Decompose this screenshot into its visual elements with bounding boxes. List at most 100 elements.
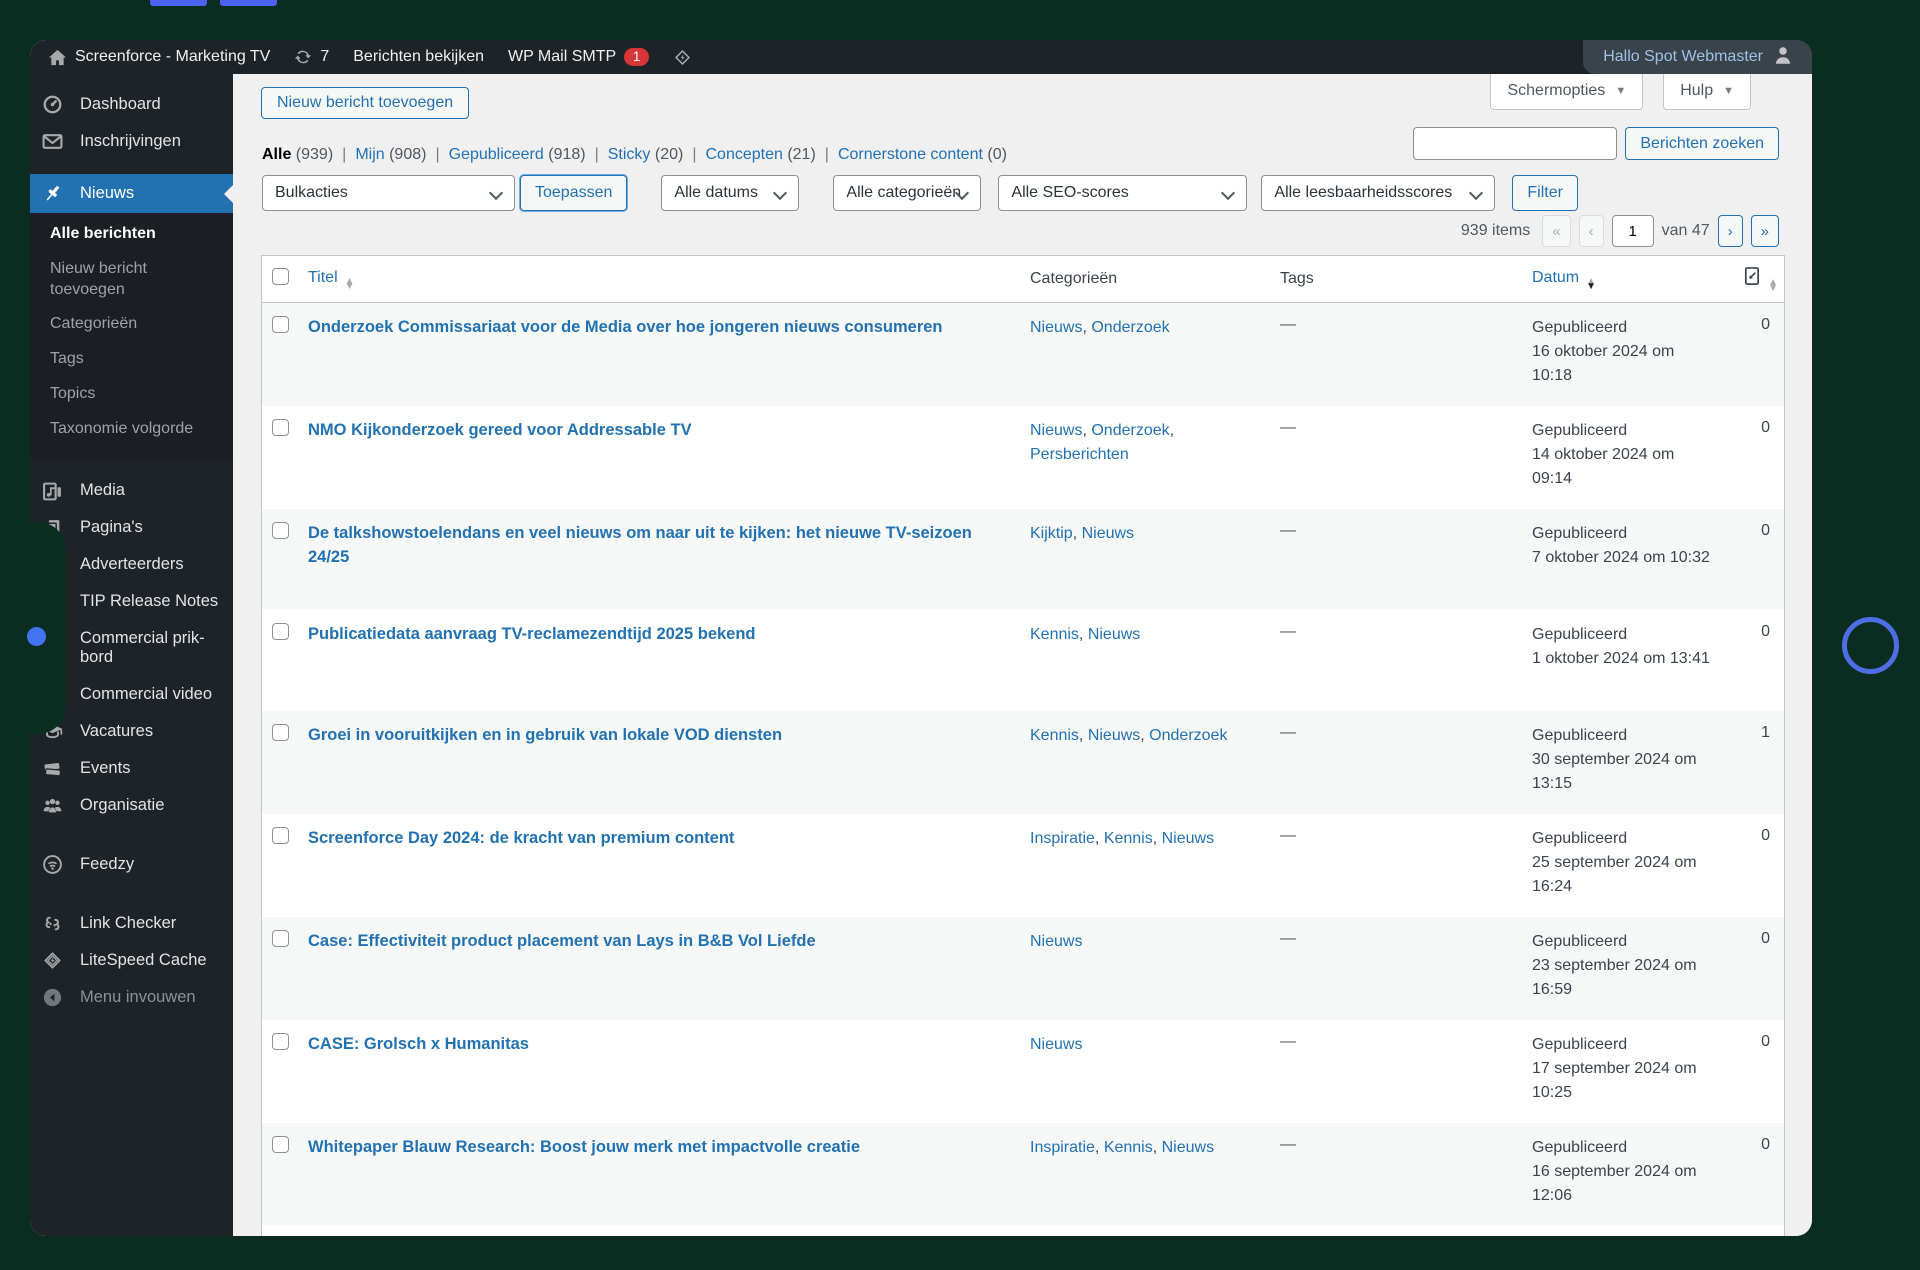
- category-link[interactable]: Kennis: [1104, 830, 1153, 847]
- row-checkbox[interactable]: [272, 1033, 289, 1050]
- sidebar-item-litespeed-cache[interactable]: LiteSpeed Cache: [30, 942, 233, 979]
- view-posts-link[interactable]: Berichten bekijken: [353, 48, 484, 66]
- category-link[interactable]: Kennis: [1030, 626, 1079, 643]
- category-link[interactable]: Nieuws: [1088, 626, 1140, 643]
- sidebar-item-inschrijvingen[interactable]: Inschrijvingen: [30, 123, 233, 160]
- submenu-item-taxonomie-volgorde[interactable]: Taxonomie volgorde: [50, 412, 223, 447]
- post-title-link[interactable]: CASE: Grolsch x Humanitas: [308, 1035, 529, 1053]
- category-link[interactable]: Onderzoek: [1149, 727, 1227, 744]
- submenu-item-nieuw-bericht-toevoegen[interactable]: Nieuw bericht toevoegen: [50, 252, 223, 308]
- sidebar-item-menu-invouwen[interactable]: Menu invouwen: [30, 979, 233, 1016]
- count-cell: 0: [1761, 522, 1770, 539]
- posts-table: Titel ▲ ▼ Categorieën Tags Datum ▲ ▼ ▲ ▼ Onde…: [261, 255, 1785, 1236]
- wp-mail-smtp-menu[interactable]: WP Mail SMTP 1: [508, 48, 650, 66]
- submenu-item-topics[interactable]: Topics: [50, 377, 223, 412]
- add-new-post-button[interactable]: Nieuw bericht toevoegen: [261, 87, 470, 119]
- post-title-link[interactable]: De talkshowstoelendans en veel nieuws om…: [308, 524, 972, 566]
- filter-button[interactable]: Filter: [1512, 175, 1578, 211]
- readability-filter-select[interactable]: Alle leesbaarheidsscores: [1261, 175, 1496, 211]
- post-title-link[interactable]: Screenforce Day 2024: de kracht van prem…: [308, 829, 734, 847]
- updates-indicator[interactable]: 7: [294, 48, 329, 66]
- post-title-link[interactable]: Onderzoek Commissariaat voor de Media ov…: [308, 318, 943, 336]
- search-posts-button[interactable]: Berichten zoeken: [1625, 127, 1779, 160]
- seo-scores-filter-select[interactable]: Alle SEO-scores: [998, 175, 1248, 211]
- submenu-item-categorie-n[interactable]: Categorieën: [50, 307, 223, 342]
- sidebar-item-label: Media: [80, 481, 125, 500]
- date-cell: Gepubliceerd 16 oktober 2024 om 10:18: [1522, 303, 1728, 407]
- sidebar-item-nieuws[interactable]: Nieuws: [30, 174, 233, 213]
- category-link[interactable]: Nieuws: [1030, 422, 1082, 439]
- dates-filter-select[interactable]: Alle datums: [661, 175, 800, 211]
- view-filter-alle[interactable]: Alle (939): [262, 146, 333, 164]
- sort-by-date[interactable]: Datum ▲ ▼: [1532, 269, 1596, 292]
- categories-filter-select[interactable]: Alle categorieën: [833, 175, 982, 211]
- row-checkbox[interactable]: [272, 419, 289, 436]
- search-posts-input[interactable]: [1413, 127, 1618, 160]
- sidebar-item-dashboard[interactable]: Dashboard: [30, 86, 233, 123]
- view-filter-cornerstone-content[interactable]: Cornerstone content (0): [838, 146, 1007, 164]
- post-title-link[interactable]: Whitepaper Blauw Research: Boost jouw me…: [308, 1138, 860, 1156]
- select-all-checkbox[interactable]: [272, 268, 289, 285]
- first-page-button[interactable]: «: [1542, 215, 1571, 247]
- row-checkbox[interactable]: [272, 724, 289, 741]
- post-status: Gepubliceerd: [1532, 1139, 1628, 1156]
- sidebar-item-organisatie[interactable]: Organisatie: [30, 787, 233, 824]
- bulk-actions-select[interactable]: Bulkacties: [262, 175, 515, 211]
- sidebar-item-label: Commercial prik-bord: [80, 628, 205, 667]
- category-link[interactable]: Kennis: [1104, 1139, 1153, 1156]
- next-page-button[interactable]: ›: [1717, 215, 1743, 247]
- submenu-item-alle-berichten[interactable]: Alle berichten: [50, 217, 223, 252]
- current-page-input[interactable]: [1611, 215, 1654, 247]
- litespeed-adminbar-icon[interactable]: [673, 48, 692, 67]
- category-link[interactable]: Inspiratie: [1030, 830, 1095, 847]
- category-link[interactable]: Persberichten: [1030, 446, 1129, 463]
- post-date: 1 oktober 2024 om 13:41: [1532, 650, 1710, 667]
- row-checkbox[interactable]: [272, 623, 289, 640]
- post-date: 17 september 2024 om 10:25: [1532, 1060, 1697, 1101]
- category-link[interactable]: Kennis: [1030, 727, 1079, 744]
- site-menu[interactable]: Screenforce - Marketing TV: [48, 48, 270, 67]
- post-status: Gepubliceerd: [1532, 727, 1628, 744]
- category-link[interactable]: Nieuws: [1030, 933, 1082, 950]
- category-link[interactable]: Onderzoek: [1091, 422, 1169, 439]
- apply-button[interactable]: Toepassen: [520, 175, 628, 211]
- sidebar-item-link-checker[interactable]: Link Checker: [30, 905, 233, 942]
- sidebar-item-media[interactable]: Media: [30, 473, 233, 510]
- category-link[interactable]: Nieuws: [1030, 319, 1082, 336]
- sidebar-item-label: Dashboard: [80, 94, 161, 113]
- category-link[interactable]: Onderzoek: [1091, 319, 1169, 336]
- post-title-link[interactable]: Case: Effectiviteit product placement va…: [308, 932, 816, 950]
- prev-page-button[interactable]: ‹: [1578, 215, 1604, 247]
- category-link[interactable]: Nieuws: [1162, 830, 1214, 847]
- view-filter-mijn[interactable]: Mijn (908): [355, 146, 426, 164]
- submenu-item-tags[interactable]: Tags: [50, 342, 223, 377]
- category-link[interactable]: Nieuws: [1162, 1139, 1214, 1156]
- category-link[interactable]: Kijktip: [1030, 525, 1073, 542]
- help-tab[interactable]: Hulp ▼: [1663, 74, 1751, 110]
- post-title-link[interactable]: Publicatiedata aanvraag TV-reclamezendti…: [308, 625, 756, 643]
- category-link[interactable]: Nieuws: [1082, 525, 1134, 542]
- account-menu[interactable]: Hallo Spot Webmaster: [1583, 40, 1812, 74]
- row-checkbox[interactable]: [272, 930, 289, 947]
- category-link[interactable]: Nieuws: [1088, 727, 1140, 744]
- count-cell: 0: [1761, 1136, 1770, 1153]
- sort-by-title[interactable]: Titel ▲ ▼: [308, 269, 355, 292]
- view-filter-concepten[interactable]: Concepten (21): [705, 146, 815, 164]
- date-cell: Gepubliceerd 23 september 2024 om 16:59: [1522, 917, 1728, 1020]
- row-checkbox[interactable]: [272, 1136, 289, 1153]
- sidebar-item-feedzy[interactable]: Feedzy: [30, 846, 233, 883]
- category-link[interactable]: Inspiratie: [1030, 1139, 1095, 1156]
- row-checkbox[interactable]: [272, 316, 289, 333]
- last-page-button[interactable]: »: [1750, 215, 1779, 247]
- row-checkbox[interactable]: [272, 522, 289, 539]
- view-filter-sticky[interactable]: Sticky (20): [608, 146, 684, 164]
- post-title-link[interactable]: NMO Kijkonderzoek gereed voor Addressabl…: [308, 421, 692, 439]
- document-arrow-column-icon[interactable]: [1742, 267, 1761, 291]
- post-title-link[interactable]: Groei in vooruitkijken en in gebruik van…: [308, 726, 782, 744]
- view-filter-gepubliceerd[interactable]: Gepubliceerd (918): [449, 146, 586, 164]
- screen-options-tab[interactable]: Schermopties ▼: [1490, 74, 1644, 110]
- row-checkbox[interactable]: [272, 827, 289, 844]
- count-cell: 0: [1761, 316, 1770, 333]
- sidebar-item-events[interactable]: Events: [30, 750, 233, 787]
- category-link[interactable]: Nieuws: [1030, 1036, 1082, 1053]
